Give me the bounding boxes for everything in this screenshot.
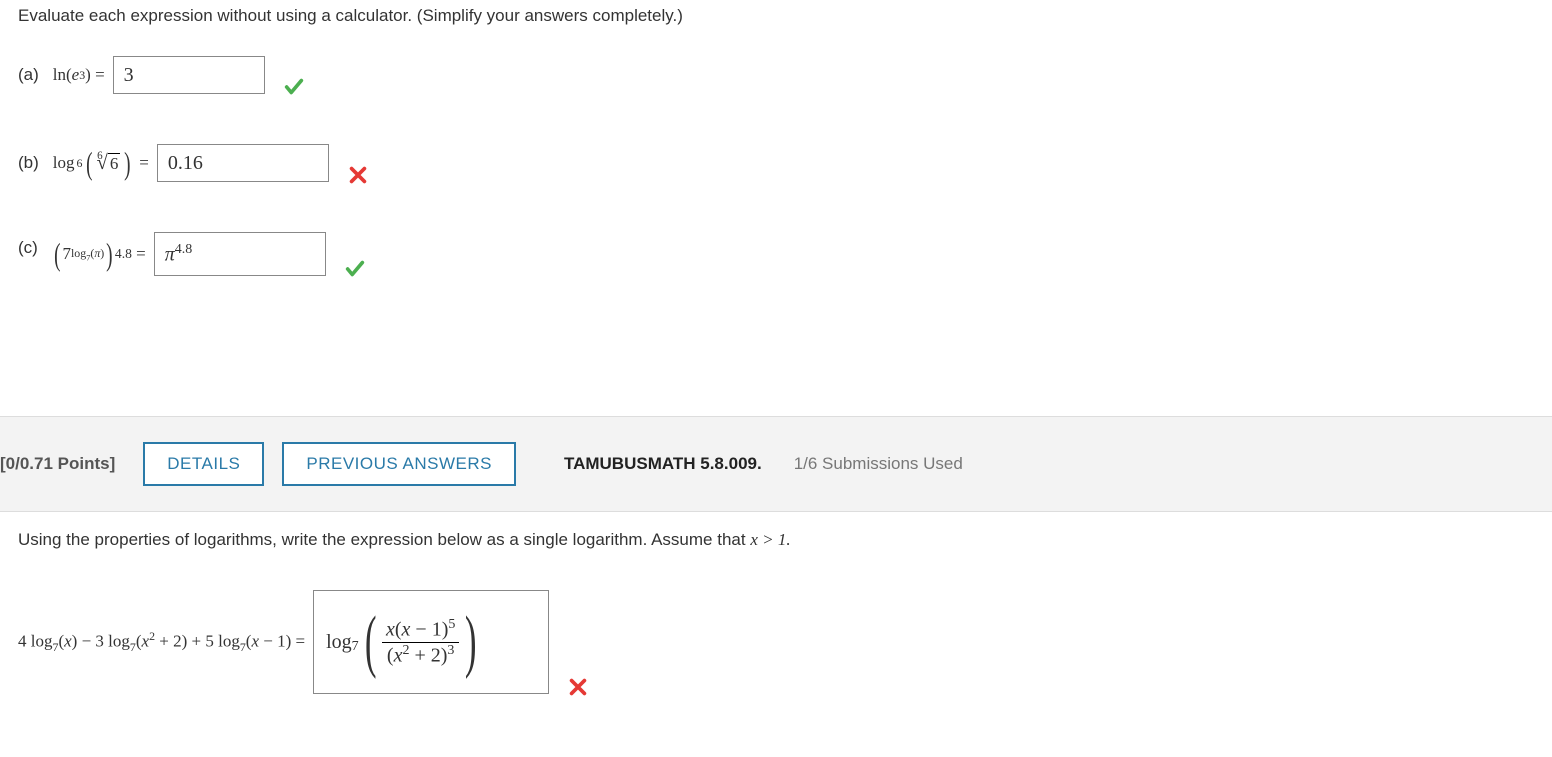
q2-instruction: Using the properties of logarithms, writ… — [18, 530, 1534, 550]
question-2: Using the properties of logarithms, writ… — [0, 512, 1552, 712]
check-icon — [344, 258, 366, 280]
q2-instr-prefix: Using the properties of logarithms, writ… — [18, 530, 750, 549]
x-icon — [347, 164, 369, 186]
source-code: TAMUBUSMATH 5.8.009. — [564, 454, 762, 474]
details-button[interactable]: DETAILS — [143, 442, 264, 486]
answer-value-q2: log7 ( x(x − 1)5 (x2 + 2)3 ) — [326, 607, 483, 677]
answer-input-b[interactable]: 0.16 — [157, 144, 329, 182]
q1-instruction: Evaluate each expression without using a… — [18, 6, 1534, 26]
check-icon — [283, 76, 305, 98]
answer-value-c: π4.8 — [165, 242, 193, 267]
q1-part-c: (c) (7log7(π))4.8 = π4.8 — [18, 232, 1534, 276]
q1-part-b: (b) log6(6√6) = 0.16 — [18, 144, 1534, 182]
q2-instr-cond: x > 1. — [750, 530, 790, 549]
part-label-c: (c) — [18, 238, 38, 258]
answer-input-c[interactable]: π4.8 — [154, 232, 326, 276]
answer-c-exp: 4.8 — [175, 242, 193, 257]
q1-part-a: (a) ln(e3) = 3 — [18, 56, 1534, 94]
expr-a: ln(e3) = — [53, 65, 105, 85]
answer-value-b: 0.16 — [168, 152, 203, 175]
part-label-a: (a) — [18, 65, 39, 85]
question-1: Evaluate each expression without using a… — [0, 0, 1552, 356]
expr-c: (7log7(π))4.8 = — [52, 236, 146, 273]
q2-equation: 4 log7(x) − 3 log7(x2 + 2) + 5 log7(x − … — [18, 590, 1534, 694]
submissions-used: 1/6 Submissions Used — [794, 454, 963, 474]
answer-c-base: π — [165, 243, 175, 265]
expr-b: log6(6√6) = — [53, 145, 149, 182]
answer-input-a[interactable]: 3 — [113, 56, 265, 94]
question-header: [0/0.71 Points] DETAILS PREVIOUS ANSWERS… — [0, 416, 1552, 512]
points-label: [0/0.71 Points] — [0, 454, 115, 474]
x-icon — [567, 676, 589, 698]
answer-input-q2[interactable]: log7 ( x(x − 1)5 (x2 + 2)3 ) — [313, 590, 549, 694]
q2-lhs: 4 log7(x) − 3 log7(x2 + 2) + 5 log7(x − … — [18, 629, 305, 655]
answer-value-a: 3 — [124, 64, 134, 87]
part-label-b: (b) — [18, 153, 39, 173]
previous-answers-button[interactable]: PREVIOUS ANSWERS — [282, 442, 516, 486]
